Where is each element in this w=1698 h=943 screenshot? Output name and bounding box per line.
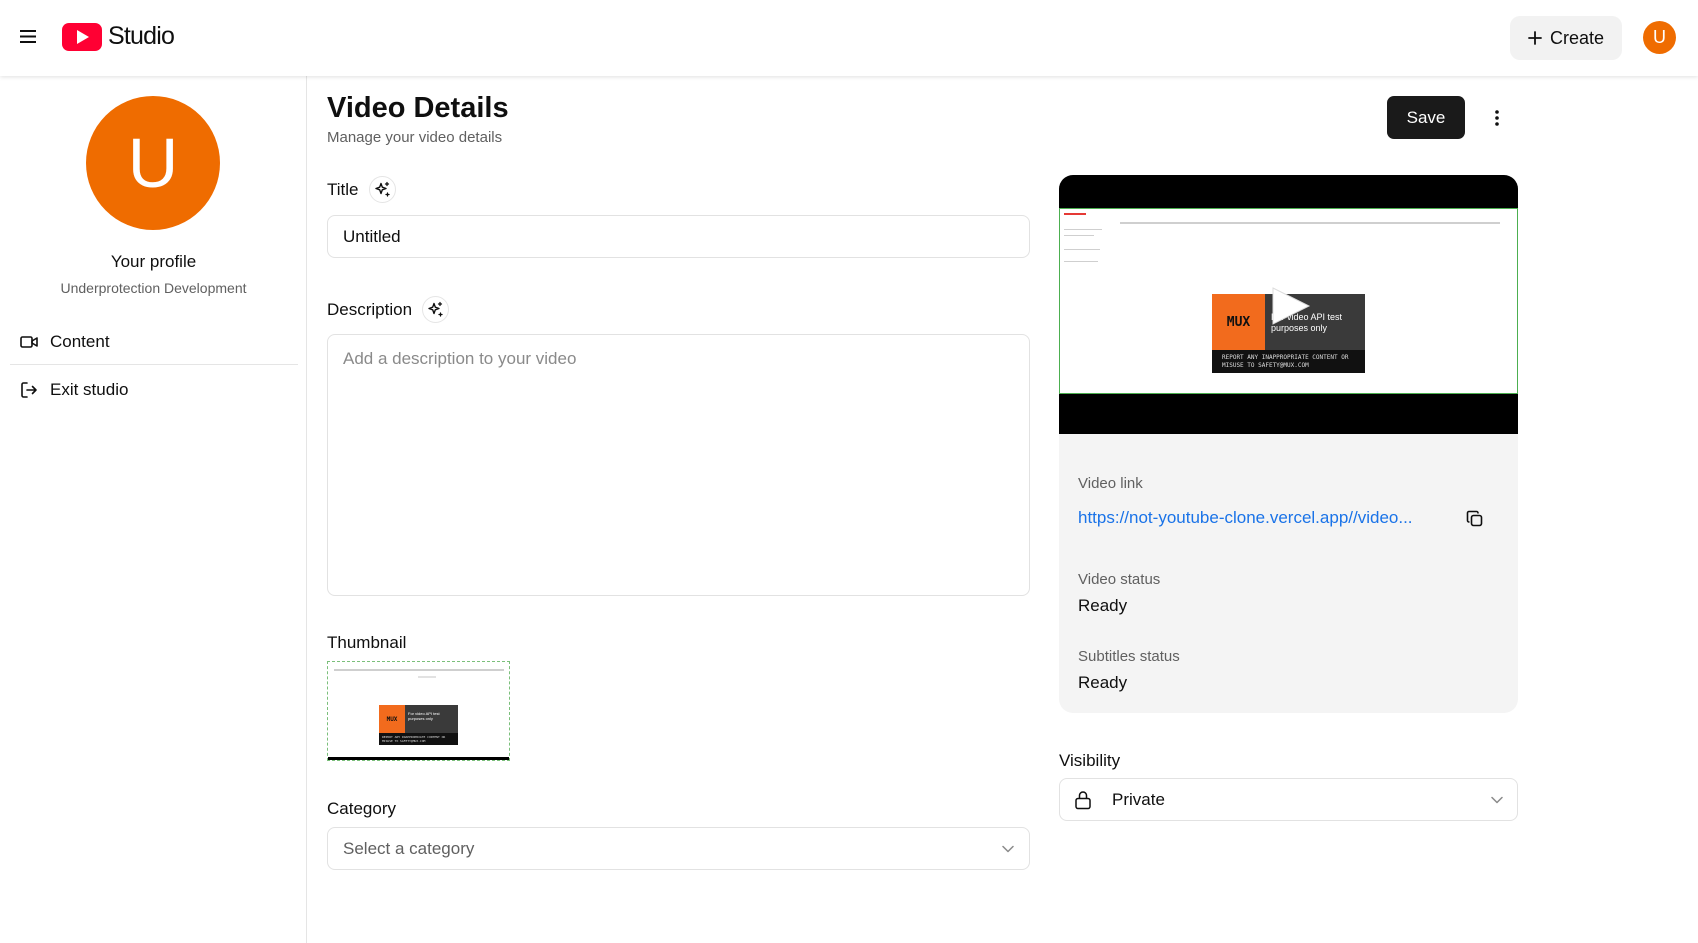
generate-title-button[interactable] bbox=[368, 176, 396, 203]
save-button[interactable]: Save bbox=[1387, 96, 1465, 139]
thumbnail-nav-strip bbox=[334, 669, 504, 671]
more-options-button[interactable] bbox=[1483, 101, 1511, 134]
sparkles-icon bbox=[428, 301, 443, 317]
player-warning: REPORT ANY INAPPROPRIATE CONTENT OR MISU… bbox=[1212, 350, 1365, 373]
sidebar-item-label: Exit studio bbox=[50, 380, 129, 399]
thumbnail-nav-strip-2 bbox=[418, 676, 436, 678]
thumbnail-warning: REPORT ANY INAPPROPRIATE CONTENT OR MISU… bbox=[379, 733, 458, 745]
description-label: Description bbox=[327, 299, 413, 319]
video-player[interactable]: MUX For video API test purposes only REP… bbox=[1059, 175, 1518, 434]
thumbnail-mux-logo: MUX bbox=[379, 705, 405, 733]
generate-description-button[interactable] bbox=[422, 296, 450, 323]
title-label: Title bbox=[327, 179, 359, 199]
play-icon bbox=[1272, 287, 1311, 325]
subtitles-status-value: Ready bbox=[1078, 673, 1128, 692]
create-button[interactable]: Create bbox=[1510, 16, 1622, 60]
player-mux-logo: MUX bbox=[1212, 294, 1265, 350]
thumbnail-caption: For video API test purposes only bbox=[408, 711, 440, 721]
video-status-label: Video status bbox=[1078, 571, 1161, 588]
sidebar: U Your profile Underprotection Developme… bbox=[0, 76, 307, 943]
video-info-card: MUX For video API test purposes only REP… bbox=[1059, 175, 1518, 713]
profile-name: Your profile bbox=[110, 252, 197, 271]
top-bar: Studio Create U bbox=[0, 0, 1698, 76]
description-textarea[interactable]: Add a description to your video bbox=[327, 334, 1030, 596]
description-label-row: Description bbox=[327, 296, 450, 323]
visibility-label: Visibility bbox=[1059, 751, 1121, 770]
video-camera-icon bbox=[20, 335, 38, 348]
logo-text: Studio bbox=[108, 22, 175, 50]
frame-side-strip-3 bbox=[1064, 249, 1100, 250]
youtube-logo-icon bbox=[62, 22, 102, 51]
lock-icon bbox=[1075, 790, 1091, 809]
sidebar-item-content[interactable]: Content bbox=[10, 319, 298, 365]
frame-chip-strip bbox=[1120, 222, 1500, 224]
visibility-value: Private bbox=[1112, 789, 1165, 809]
sparkles-icon bbox=[374, 181, 390, 197]
log-out-icon bbox=[21, 382, 37, 398]
chevron-down-icon bbox=[1491, 796, 1503, 803]
visibility-select[interactable]: Private bbox=[1059, 778, 1518, 821]
thumbnail-label: Thumbnail bbox=[327, 633, 407, 652]
frame-side-strip-2 bbox=[1064, 235, 1094, 236]
category-select[interactable]: Select a category bbox=[327, 827, 1030, 870]
chevron-down-icon bbox=[1002, 845, 1014, 852]
copy-icon bbox=[1466, 510, 1483, 527]
video-link[interactable]: https://not-youtube-clone.vercel.app//vi… bbox=[1078, 508, 1413, 528]
thumbnail-bottom-bar bbox=[328, 757, 509, 760]
plus-icon bbox=[1528, 31, 1542, 45]
thumbnail-preview[interactable]: MUX For video API test purposes only REP… bbox=[327, 661, 510, 761]
page-subtitle: Manage your video details bbox=[327, 129, 503, 146]
sidebar-item-label: Content bbox=[50, 331, 110, 351]
video-frame: MUX For video API test purposes only REP… bbox=[1059, 208, 1518, 394]
frame-logo-strip bbox=[1064, 213, 1086, 215]
copy-link-button[interactable] bbox=[1463, 507, 1487, 531]
sidebar-item-exit-studio[interactable]: Exit studio bbox=[10, 367, 298, 413]
profile-avatar[interactable]: U bbox=[86, 96, 220, 230]
video-status-value: Ready bbox=[1078, 596, 1128, 615]
frame-side-strip-4 bbox=[1064, 261, 1098, 262]
hamburger-icon bbox=[20, 29, 36, 43]
category-placeholder: Select a category bbox=[343, 838, 475, 858]
title-input[interactable]: Untitled bbox=[327, 215, 1030, 258]
profile-subtitle: Underprotection Development bbox=[60, 280, 247, 296]
subtitles-status-label: Subtitles status bbox=[1078, 648, 1180, 665]
video-link-label: Video link bbox=[1078, 475, 1143, 492]
category-label: Category bbox=[327, 799, 396, 818]
user-avatar[interactable]: U bbox=[1643, 21, 1676, 54]
studio-logo[interactable]: Studio bbox=[62, 22, 175, 51]
page-title: Video Details bbox=[327, 92, 509, 124]
more-vertical-icon bbox=[1495, 109, 1499, 126]
menu-button[interactable] bbox=[14, 22, 42, 50]
create-label: Create bbox=[1549, 27, 1605, 48]
frame-side-strip-1 bbox=[1064, 229, 1102, 230]
title-label-row: Title bbox=[327, 176, 396, 203]
